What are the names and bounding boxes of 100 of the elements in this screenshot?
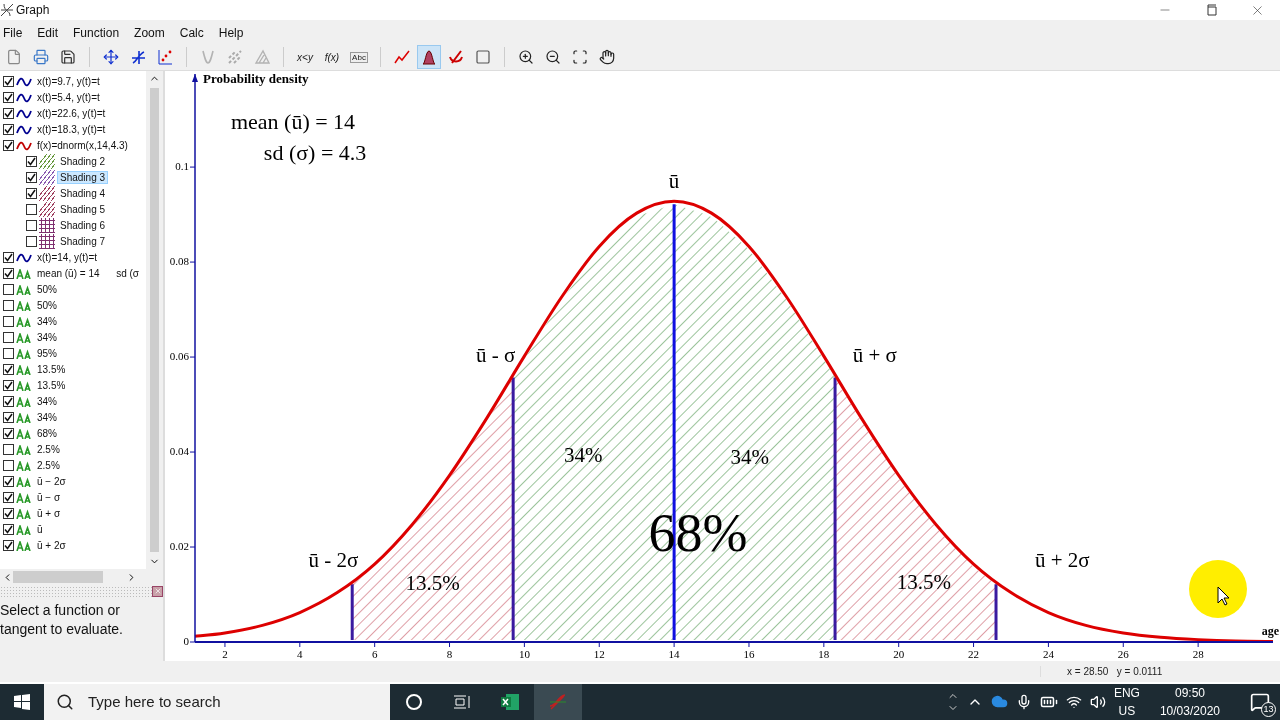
y-tick-label: 0.06 [169, 349, 189, 362]
checkbox[interactable] [3, 348, 14, 360]
volume-icon[interactable] [1089, 694, 1106, 710]
tree-item[interactable]: x(t)=18.3, y(t)=t [34, 123, 109, 137]
menu-item[interactable]: File [0, 25, 31, 40]
tree-item[interactable]: 68% [34, 427, 60, 441]
search-bar[interactable]: Type here to search [44, 684, 390, 720]
chart-label: 34% [563, 442, 603, 467]
curve-icon [394, 49, 410, 66]
checkbox[interactable] [3, 396, 14, 408]
checkbox[interactable] [26, 172, 37, 184]
tree-item[interactable]: f(x)=dnorm(x,14,4.3) [34, 139, 131, 153]
checkbox[interactable] [3, 508, 14, 520]
tree-item[interactable]: ū + 2σ [34, 539, 69, 553]
notification-count: 13 [1261, 702, 1276, 717]
menu-item[interactable]: Function [70, 25, 128, 40]
tree-item[interactable]: x(t)=22.6, y(t)=t [34, 107, 109, 121]
zoom-out-icon [545, 49, 561, 66]
checkbox[interactable] [3, 252, 14, 264]
checkbox[interactable] [3, 428, 14, 440]
toolbar-button[interactable]: f(x) [320, 45, 344, 70]
text-label-icon [16, 492, 32, 503]
tree-item[interactable]: Shading 2 [57, 155, 109, 169]
tree-item[interactable]: ū − σ [34, 491, 64, 505]
scrollbar[interactable] [0, 568, 163, 586]
checkbox[interactable] [3, 76, 14, 88]
checkbox[interactable] [26, 188, 37, 200]
x-tick-label: 26 [1117, 647, 1129, 660]
function-icon [130, 49, 146, 66]
close-icon [153, 587, 162, 596]
new-file-icon [6, 49, 22, 66]
tree-item[interactable]: 50% [34, 283, 60, 297]
toolbar-button[interactable]: x<y [293, 45, 317, 70]
notifications-button[interactable]: 13 [1240, 684, 1280, 720]
text-label-icon [16, 380, 32, 391]
tree-item[interactable]: x(t)=9.7, y(t)=t [34, 75, 103, 89]
checkbox[interactable] [3, 412, 14, 424]
tree-item[interactable]: mean (ū) = 14 sd (σ [34, 267, 143, 281]
checkbox[interactable] [3, 316, 14, 328]
checkbox[interactable] [3, 444, 14, 456]
tree-item[interactable]: 34% [34, 315, 60, 329]
clock-date[interactable]: 10/03/2020 [1159, 702, 1220, 720]
cursor-coordinates: x = 28.50 y = 0.0111 [1040, 665, 1280, 677]
tree-item[interactable]: Shading 3 [57, 171, 109, 185]
tree-item[interactable]: Shading 6 [57, 219, 109, 233]
tree-item[interactable]: ū − 2σ [34, 475, 69, 489]
tree-item[interactable]: 2.5% [34, 459, 63, 473]
x-tick-label: 28 [1192, 647, 1204, 660]
tree-item[interactable]: x(t)=14, y(t)=t [34, 251, 100, 265]
tree-item[interactable]: Shading 5 [57, 203, 109, 217]
toolbar-button[interactable]: Abc [347, 45, 371, 70]
tree-item[interactable]: 2.5% [34, 443, 63, 457]
tree-item[interactable]: x(t)=5.4, y(t)=t [34, 91, 103, 105]
y-tick-label: 0.04 [169, 444, 189, 457]
checkbox[interactable] [26, 236, 37, 248]
tree-item[interactable]: ū + σ [34, 507, 64, 521]
checkbox[interactable] [3, 108, 14, 120]
tree-item[interactable]: 13.5% [34, 363, 69, 377]
checkbox[interactable] [3, 92, 14, 104]
checkbox[interactable] [26, 204, 37, 216]
menu-item[interactable]: Zoom [131, 25, 173, 40]
tree-item[interactable]: 13.5% [34, 379, 69, 393]
close-button[interactable] [152, 585, 163, 597]
checkbox[interactable] [3, 380, 14, 392]
checkbox[interactable] [3, 540, 14, 552]
checkbox[interactable] [3, 268, 14, 280]
print-icon [33, 49, 49, 66]
checkbox[interactable] [3, 284, 14, 296]
tree-item[interactable]: Shading 7 [57, 235, 109, 249]
checkbox[interactable] [3, 524, 14, 536]
menu-item[interactable]: Edit [34, 25, 67, 40]
checkbox[interactable] [3, 476, 14, 488]
hand-icon [599, 49, 615, 66]
menu-item[interactable]: Help [215, 25, 252, 40]
tree-item[interactable]: Shading 4 [57, 187, 109, 201]
input-region[interactable]: US [1118, 702, 1136, 720]
clock-time[interactable]: 09:50 [1174, 684, 1205, 702]
search-field[interactable]: Type here to search [86, 692, 366, 712]
windows-logo-icon [14, 694, 30, 710]
checkbox[interactable] [3, 364, 14, 376]
checkbox[interactable] [3, 124, 14, 136]
checkbox[interactable] [3, 492, 14, 504]
checkbox[interactable] [3, 460, 14, 472]
checkbox[interactable] [26, 220, 37, 232]
wifi-icon[interactable] [1065, 694, 1082, 710]
tree-item[interactable]: 50% [34, 299, 60, 313]
checkbox[interactable] [26, 156, 37, 168]
tree-item[interactable]: ū [34, 523, 46, 537]
menu-item[interactable]: Calc [176, 25, 212, 40]
input-language[interactable]: ENG [1113, 684, 1140, 702]
checkbox[interactable] [3, 140, 14, 152]
scrollbar[interactable] [146, 70, 163, 569]
tree-item[interactable]: 34% [34, 331, 60, 345]
toolbar-button[interactable] [417, 45, 441, 70]
y-tick-label: 0.02 [169, 539, 189, 552]
tree-item[interactable]: 95% [34, 347, 60, 361]
checkbox[interactable] [3, 300, 14, 312]
tree-item[interactable]: 34% [34, 411, 60, 425]
tree-item[interactable]: 34% [34, 395, 60, 409]
checkbox[interactable] [3, 332, 14, 344]
